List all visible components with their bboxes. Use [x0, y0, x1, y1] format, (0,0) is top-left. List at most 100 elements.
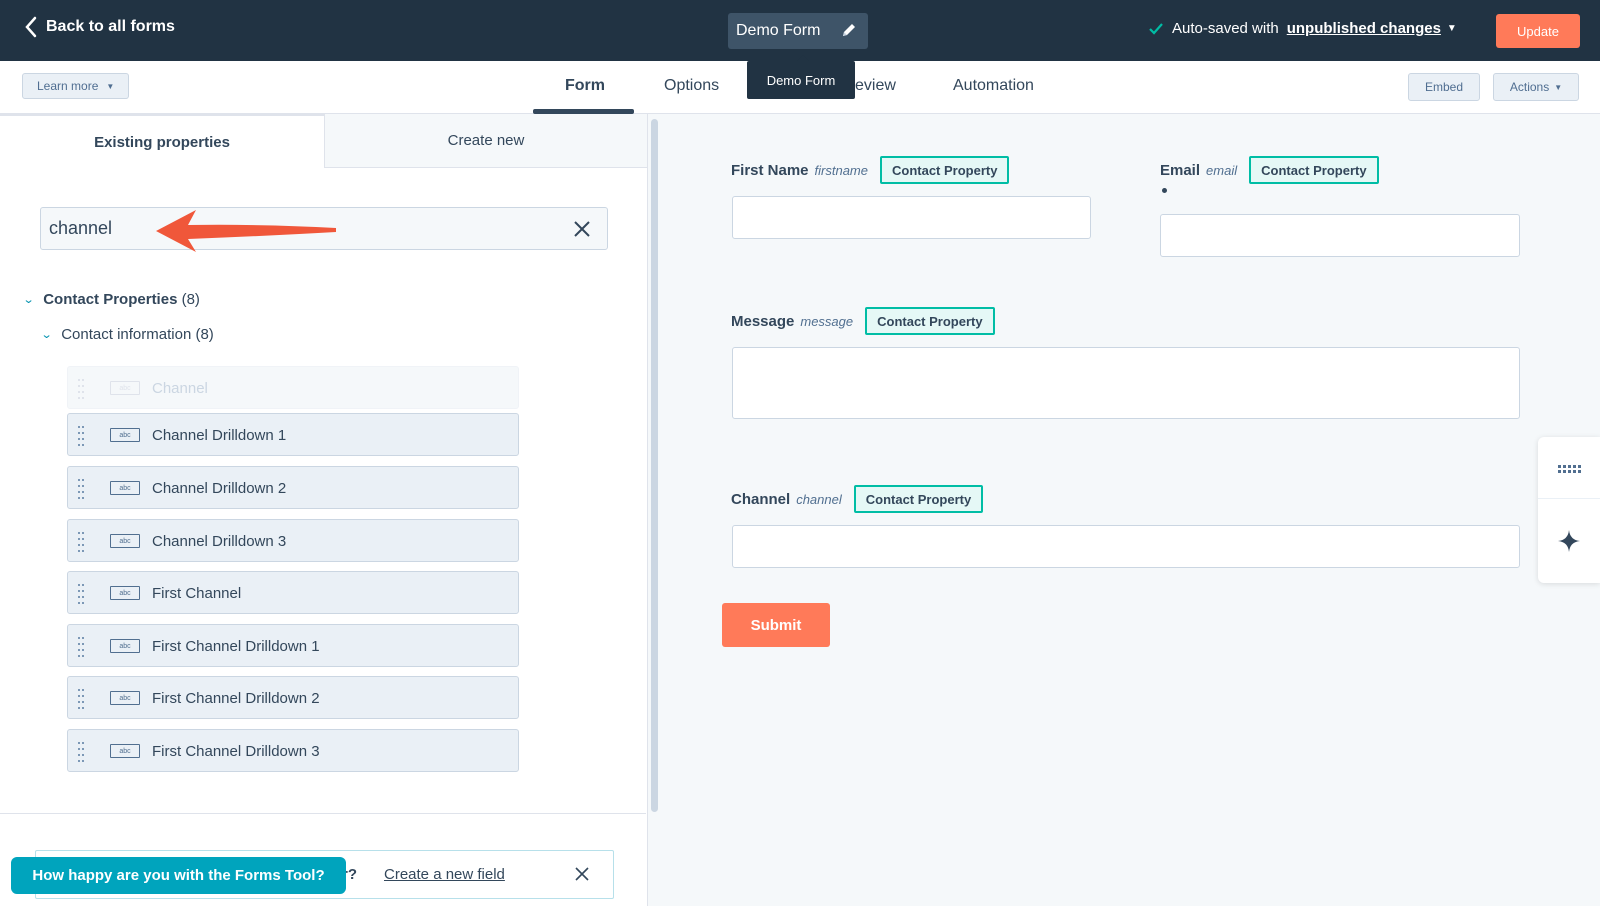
property-item[interactable]: abc First Channel Drilldown 3	[67, 729, 519, 772]
close-icon[interactable]	[575, 867, 589, 881]
chevron-down-icon: ⌄	[40, 329, 53, 341]
tab-create-new[interactable]: Create new	[324, 114, 648, 168]
first-name-input[interactable]	[732, 196, 1091, 239]
drag-handle-icon	[78, 379, 84, 399]
contact-property-tag: Contact Property	[865, 307, 995, 335]
tab-form[interactable]: Form	[565, 77, 605, 95]
form-name-editor[interactable]: Demo Form	[728, 13, 868, 49]
drag-handle-icon[interactable]	[78, 426, 84, 446]
tab-existing-properties[interactable]: Existing properties	[0, 114, 324, 168]
property-label: Channel Drilldown 1	[152, 427, 287, 444]
required-marker	[1162, 188, 1167, 193]
drag-handle-icon[interactable]	[78, 742, 84, 762]
back-to-forms-link[interactable]: Back to all forms	[24, 16, 175, 38]
back-label: Back to all forms	[46, 18, 175, 35]
property-label: First Channel	[152, 585, 242, 602]
group-contact-properties[interactable]: ⌄ Contact Properties (8)	[22, 291, 200, 308]
first-name-label: First Name firstname Contact Property	[731, 156, 1010, 184]
create-new-field-link[interactable]: Create a new field	[384, 866, 505, 883]
learn-more-label: Learn more	[37, 79, 99, 93]
drag-handle-icon[interactable]	[78, 584, 84, 604]
form-name-text: Demo Form	[736, 22, 821, 39]
unpublished-changes-link[interactable]: unpublished changes	[1287, 20, 1441, 37]
close-icon[interactable]	[573, 220, 591, 238]
form-name-tooltip: Demo Form	[747, 55, 855, 99]
panel-divider	[0, 813, 646, 814]
embed-button[interactable]: Embed	[1408, 73, 1480, 101]
property-item[interactable]: abc First Channel Drilldown 1	[67, 624, 519, 667]
caret-down-icon: ▼	[106, 81, 115, 91]
feedback-survey-button[interactable]: How happy are you with the Forms Tool?	[11, 857, 346, 894]
update-button[interactable]: Update	[1496, 14, 1580, 48]
grid-dots-icon[interactable]	[1558, 465, 1582, 473]
drag-handle-icon[interactable]	[78, 637, 84, 657]
property-label: Channel	[152, 380, 208, 397]
subgroup-contact-information[interactable]: ⌄ Contact information (8)	[40, 326, 214, 343]
property-item: abc Channel	[67, 366, 519, 409]
contact-property-tag: Contact Property	[880, 156, 1010, 184]
property-item[interactable]: abc First Channel Drilldown 2	[67, 676, 519, 719]
property-label: First Channel Drilldown 1	[152, 638, 320, 655]
submit-button[interactable]: Submit	[722, 603, 830, 647]
caret-down-icon[interactable]: ▼	[1447, 23, 1457, 34]
learn-more-dropdown[interactable]: Learn more ▼	[22, 73, 130, 99]
sparkle-icon[interactable]	[1557, 529, 1581, 553]
field-internal-name: channel	[796, 491, 842, 507]
top-bar: Back to all forms Demo Form Auto-saved w…	[0, 0, 1600, 61]
group-count: (8)	[181, 291, 200, 308]
text-field-icon: abc	[110, 691, 140, 705]
autosave-text: Auto-saved with	[1172, 20, 1279, 37]
arrow-annotation	[156, 210, 336, 252]
subgroup-label: Contact information (8)	[61, 326, 214, 343]
divider	[1538, 498, 1600, 499]
text-field-icon: abc	[110, 381, 140, 395]
field-label: Message	[731, 312, 795, 330]
group-name: Contact Properties	[43, 291, 178, 308]
property-item[interactable]: abc Channel Drilldown 3	[67, 519, 519, 562]
text-field-icon: abc	[110, 428, 140, 442]
field-internal-name: firstname	[814, 162, 868, 178]
scrollbar[interactable]	[651, 119, 658, 812]
text-field-icon: abc	[110, 639, 140, 653]
property-label: First Channel Drilldown 2	[152, 690, 320, 707]
field-internal-name: message	[800, 313, 854, 329]
text-field-icon: abc	[110, 586, 140, 600]
email-input[interactable]	[1160, 214, 1520, 257]
side-toolbar	[1538, 437, 1600, 583]
contact-property-tag: Contact Property	[853, 485, 984, 513]
chevron-down-icon: ⌄	[22, 294, 35, 306]
property-item[interactable]: abc Channel Drilldown 2	[67, 466, 519, 509]
actions-dropdown[interactable]: Actions ▼	[1493, 73, 1579, 101]
actions-label: Actions	[1509, 80, 1550, 94]
field-label: Email	[1160, 161, 1201, 179]
property-label: Channel Drilldown 3	[152, 533, 287, 550]
email-label: Email email Contact Property	[1160, 156, 1379, 184]
text-field-icon: abc	[110, 481, 140, 495]
field-label: Channel	[731, 490, 791, 508]
property-label: First Channel Drilldown 3	[152, 743, 320, 760]
property-item[interactable]: abc First Channel	[67, 571, 519, 614]
property-item[interactable]: abc Channel Drilldown 1	[67, 413, 519, 456]
text-field-icon: abc	[110, 534, 140, 548]
tab-automation[interactable]: Automation	[953, 77, 1034, 95]
contact-property-tag: Contact Property	[1249, 156, 1379, 184]
channel-input[interactable]	[732, 525, 1520, 568]
tab-preview[interactable]: eview	[855, 77, 896, 95]
autosave-status: Auto-saved with unpublished changes ▼	[1148, 20, 1457, 37]
message-label: Message message Contact Property	[731, 307, 995, 335]
drag-handle-icon[interactable]	[78, 532, 84, 552]
chevron-left-icon	[25, 16, 37, 38]
field-internal-name: email	[1206, 162, 1238, 178]
pencil-icon[interactable]	[840, 21, 858, 39]
drag-handle-icon[interactable]	[78, 479, 84, 499]
message-textarea[interactable]	[732, 347, 1520, 419]
drag-handle-icon[interactable]	[78, 689, 84, 709]
tab-options[interactable]: Options	[664, 77, 719, 95]
field-label: First Name	[731, 161, 809, 179]
check-icon	[1149, 22, 1163, 35]
caret-down-icon: ▼	[1554, 82, 1563, 92]
channel-label: Channel channel Contact Property	[731, 485, 984, 513]
properties-panel: Existing properties Create new ⌄ Contact…	[0, 114, 648, 906]
property-label: Channel Drilldown 2	[152, 480, 287, 497]
text-field-icon: abc	[110, 744, 140, 758]
